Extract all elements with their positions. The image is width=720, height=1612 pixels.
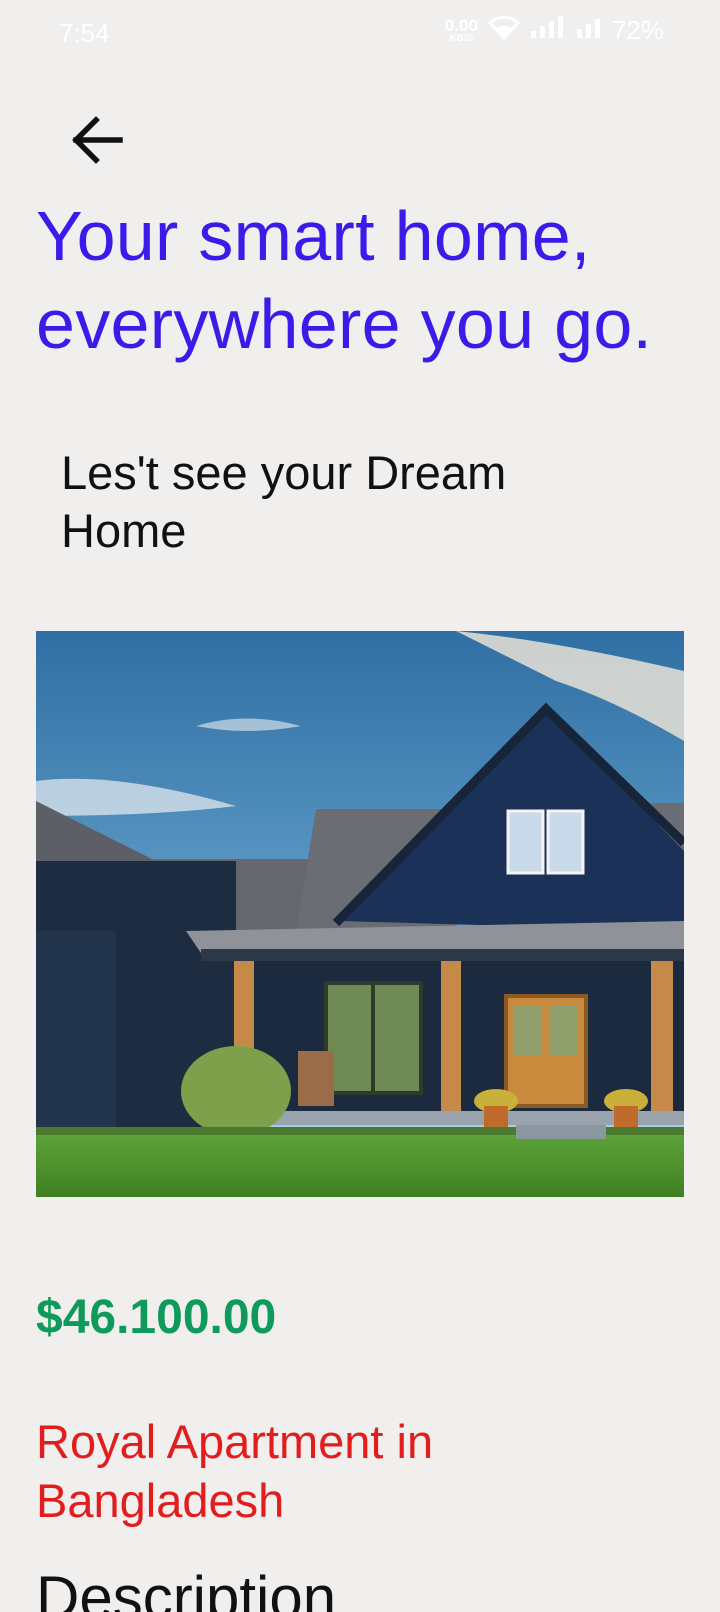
- network-speed-value: 0.00: [444, 16, 478, 35]
- property-image: [36, 631, 684, 1197]
- signal-icon: [530, 15, 566, 46]
- wifi-icon: [488, 14, 520, 47]
- page-headline: Your smart home, everywhere you go.: [36, 197, 653, 363]
- back-button[interactable]: [56, 100, 136, 180]
- signal-icon: [576, 15, 602, 46]
- status-icons: 0.00 KB/S 72%: [445, 14, 664, 47]
- status-bar: 7:54 0.00 KB/S 72%: [0, 0, 720, 66]
- arrow-left-icon: [72, 116, 123, 164]
- status-time: 7:54: [59, 18, 110, 48]
- network-speed-unit: KB/S: [449, 33, 474, 44]
- screen: 7:54 0.00 KB/S 72% Your smart home, ever…: [0, 0, 720, 1612]
- page-subtitle: Les't see your Dream Home: [61, 446, 507, 557]
- battery-percentage: 72%: [611, 15, 664, 45]
- property-name: Royal Apartment in Bangladesh: [36, 1415, 434, 1527]
- description-title: Description: [36, 1564, 337, 1612]
- property-price: $46.100.00: [36, 1291, 277, 1344]
- network-speed: 0.00 KB/S: [445, 17, 478, 44]
